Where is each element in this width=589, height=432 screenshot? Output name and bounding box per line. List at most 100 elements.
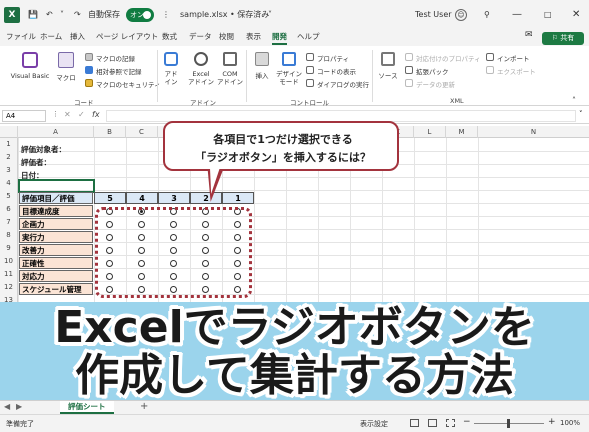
autosave-toggle[interactable]: オン — [126, 8, 154, 22]
tab-developer[interactable]: 開発 — [272, 31, 287, 45]
insert-control-button[interactable]: 挿入 — [251, 70, 273, 80]
cell-a2[interactable]: 評価者： — [21, 157, 51, 168]
page-layout-view-icon[interactable] — [428, 419, 437, 427]
callout-line-1: 各項目で1つだけ選択できる — [213, 133, 353, 146]
add-sheet-icon[interactable]: + — [140, 401, 148, 412]
column-header[interactable]: A — [18, 126, 94, 138]
normal-view-icon[interactable] — [410, 419, 419, 427]
com-addin-button[interactable]: COM アドイン — [215, 70, 245, 86]
tab-data[interactable]: データ — [189, 31, 212, 42]
tab-page-layout[interactable]: ページ レイアウト — [96, 31, 158, 42]
tab-insert[interactable]: 挿入 — [70, 31, 85, 42]
row-header[interactable]: 9 — [0, 242, 18, 255]
relative-ref-button[interactable]: 相対参照で記録 — [96, 66, 142, 76]
zoom-slider-handle[interactable] — [507, 419, 510, 428]
user-name: Test User — [415, 10, 452, 19]
minimize-icon[interactable]: — — [512, 0, 522, 30]
avatar[interactable]: ☺ — [455, 9, 467, 21]
name-box[interactable]: A4 — [2, 110, 46, 122]
selected-cell-a4[interactable] — [18, 179, 95, 193]
properties-button[interactable]: プロパティ — [317, 53, 349, 63]
comment-icon[interactable]: ✉ — [525, 30, 533, 40]
excel-logo-icon: X — [4, 7, 20, 23]
view-code-icon — [306, 66, 314, 74]
row-header[interactable]: 2 — [0, 151, 18, 164]
macro-button[interactable]: マクロ — [56, 72, 76, 82]
tab-file[interactable]: ファイル — [6, 31, 36, 42]
redo-icon[interactable]: ↷ — [74, 0, 81, 30]
row-header[interactable]: 6 — [0, 203, 18, 216]
addin-button[interactable]: アド イン — [160, 70, 182, 86]
cancel-icon[interactable]: ✕ — [64, 110, 71, 119]
chevron-down-icon[interactable]: ˅ — [268, 0, 272, 30]
cell-a1[interactable]: 評価対象者： — [21, 144, 66, 155]
macro-security-button[interactable]: マクロのセキュリティ — [96, 79, 161, 89]
zoom-level[interactable]: 100% — [560, 419, 580, 427]
sheet-tab-active[interactable]: 評価シート — [60, 401, 114, 414]
headline-line-2: 作成して集計する方法 — [75, 350, 514, 401]
column-header[interactable]: M — [446, 126, 478, 138]
more-icon: ⋮ — [52, 110, 59, 118]
row-header[interactable]: 10 — [0, 255, 18, 268]
item-label: 実行力 — [19, 231, 93, 243]
row-header[interactable]: 3 — [0, 164, 18, 177]
column-header[interactable]: B — [94, 126, 126, 138]
check-icon[interactable]: ✓ — [78, 110, 85, 119]
tab-help[interactable]: ヘルプ — [297, 31, 320, 42]
lightbulb-icon[interactable]: ⚲ — [484, 0, 490, 30]
headline-line-1: Excelでラジオボタンを — [54, 302, 535, 353]
row-header[interactable]: 12 — [0, 281, 18, 294]
row-header[interactable]: 8 — [0, 229, 18, 242]
record-macro-button[interactable]: マクロの記録 — [96, 53, 135, 63]
visual-basic-icon — [22, 52, 38, 68]
column-header[interactable]: C — [126, 126, 158, 138]
map-properties-button[interactable]: 対応付けのプロパティ — [416, 53, 481, 63]
run-dialog-button[interactable]: ダイアログの実行 — [317, 79, 369, 89]
display-settings-button[interactable]: 表示設定 — [360, 419, 388, 429]
row-header[interactable]: 5 — [0, 190, 18, 203]
callout-line-2: 「ラジオボタン」を挿入するには？ — [195, 151, 371, 164]
save-icon[interactable]: 💾 — [28, 0, 38, 30]
undo-icon[interactable]: ↶ — [46, 0, 53, 30]
zoom-in-icon[interactable]: + — [548, 417, 556, 427]
chevron-down-icon[interactable]: ˅ — [579, 110, 583, 118]
tab-formulas[interactable]: 数式 — [162, 31, 177, 42]
function-icon[interactable]: fx — [92, 110, 100, 119]
expansion-pack-button[interactable]: 拡張パック — [416, 66, 449, 76]
chevron-down-icon[interactable]: ˅ — [60, 0, 64, 30]
column-header[interactable]: L — [414, 126, 446, 138]
ribbon: Visual Basic マクロ マクロの記録 相対参照で記録 マクロのセキュリ… — [0, 46, 589, 107]
row-header[interactable]: 1 — [0, 138, 18, 151]
collapse-ribbon-icon[interactable]: ˄ — [572, 96, 576, 105]
import-icon — [486, 53, 494, 61]
item-label: 改善力 — [19, 244, 93, 256]
customize-qat-icon[interactable]: ⋮ — [162, 0, 170, 30]
select-all-corner[interactable] — [0, 126, 18, 138]
column-header[interactable]: N — [478, 126, 589, 138]
tab-view[interactable]: 表示 — [246, 31, 261, 42]
excel-addin-button[interactable]: Excel アドイン — [186, 70, 216, 86]
share-button[interactable]: ⚐ 共有 — [542, 32, 584, 45]
import-button[interactable]: インポート — [497, 53, 530, 63]
design-mode-button[interactable]: デザイン モード — [274, 70, 304, 86]
row-header[interactable]: 11 — [0, 268, 18, 281]
refresh-data-button[interactable]: データの更新 — [416, 79, 455, 89]
row-header[interactable]: 7 — [0, 216, 18, 229]
export-button[interactable]: エクスポート — [497, 66, 536, 76]
ribbon-tabs: ファイル ホーム 挿入 ページ レイアウト 数式 データ 校閲 表示 開発 ヘル… — [0, 30, 589, 46]
page-break-view-icon[interactable] — [446, 419, 455, 427]
score-header: 5 — [94, 192, 126, 204]
macro-icon — [58, 52, 74, 68]
xml-source-button[interactable]: ソース — [377, 70, 399, 80]
scroll-left-icon[interactable]: ◀ — [4, 402, 10, 411]
view-code-button[interactable]: コードの表示 — [317, 66, 356, 76]
maximize-icon[interactable]: □ — [544, 0, 552, 30]
scroll-right-icon[interactable]: ▶ — [16, 402, 22, 411]
row-header[interactable]: 4 — [0, 177, 18, 190]
tab-review[interactable]: 校閲 — [219, 31, 234, 42]
close-icon[interactable]: ✕ — [572, 0, 580, 30]
zoom-out-icon[interactable]: − — [463, 417, 471, 427]
tab-home[interactable]: ホーム — [40, 31, 62, 42]
share-icon: ⚐ — [551, 34, 561, 42]
visual-basic-button[interactable]: Visual Basic — [7, 72, 53, 80]
